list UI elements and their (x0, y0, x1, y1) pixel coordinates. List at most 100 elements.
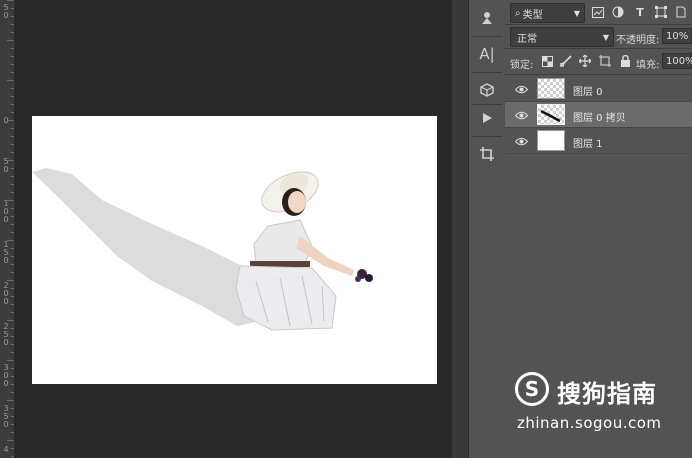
ruler-label: 100 (3, 199, 9, 224)
ruler-label: 4 (3, 445, 9, 454)
ruler-tick (11, 32, 14, 33)
ruler-tick (11, 176, 14, 177)
ruler-tick (11, 216, 14, 217)
ruler-tick (11, 304, 14, 305)
character-panel-icon[interactable]: A| (473, 40, 501, 68)
3d-object-icon[interactable] (473, 76, 501, 104)
ruler-tick (11, 168, 14, 169)
ruler-tick (11, 48, 14, 49)
ruler-tick (11, 96, 14, 97)
ruler-tick (11, 248, 14, 249)
panel-divider (505, 48, 692, 49)
ruler-label: 150 (3, 240, 9, 265)
eye-icon[interactable] (514, 108, 528, 122)
ruler-tick (11, 344, 14, 345)
ruler-tick (11, 112, 14, 113)
crop-icon[interactable] (473, 140, 501, 168)
opacity-input[interactable]: 10% (662, 28, 692, 44)
layer-thumbnail (537, 78, 565, 99)
layer-name[interactable]: 图层 1 (573, 135, 603, 150)
ruler-tick (11, 72, 14, 73)
ruler-tick (11, 368, 14, 369)
ruler-tick (7, 0, 14, 1)
canvas-area[interactable] (15, 0, 452, 458)
ruler-tick (11, 384, 14, 385)
ruler-label: 0 (3, 116, 9, 125)
layer-row-layer-0-copy[interactable]: 图层 0 拷贝 (505, 102, 692, 128)
puppet-warp-icon[interactable] (473, 4, 501, 32)
ruler-tick (7, 320, 14, 321)
face (288, 191, 306, 213)
smart-object-filter-icon[interactable] (674, 5, 688, 19)
ruler-tick (11, 184, 14, 185)
blend-mode-select[interactable]: 正常 ▼ (510, 27, 614, 47)
ruler-label: 200 (3, 281, 9, 306)
lock-position-icon[interactable] (578, 54, 592, 68)
vertical-ruler: 50 0 50 100 150 200 250 300 350 4 (0, 0, 15, 458)
opacity-label: 不透明度: (616, 35, 660, 46)
adjustment-filter-icon[interactable] (611, 5, 625, 19)
ruler-label: 50 (3, 3, 9, 20)
ruler-tick (11, 152, 14, 153)
layer-name[interactable]: 图层 0 拷贝 (573, 109, 626, 124)
tool-separator (472, 36, 502, 37)
panel-divider (505, 24, 692, 25)
document-canvas[interactable] (32, 116, 437, 384)
ruler-tick (11, 8, 14, 9)
ruler-label: 250 (3, 322, 9, 347)
ruler-tick (7, 80, 14, 81)
ruler-tick (11, 408, 14, 409)
fill-input[interactable]: 100% (662, 53, 692, 69)
ruler-tick (11, 272, 14, 273)
ruler-tick (11, 128, 14, 129)
ruler-tick (11, 192, 14, 193)
ruler-tick (7, 240, 14, 241)
canvas-artwork (32, 168, 373, 331)
ruler-tick (11, 416, 14, 417)
ruler-tick (11, 24, 14, 25)
ruler-tick (11, 312, 14, 313)
ruler-tick (7, 440, 14, 441)
ruler-tick (11, 208, 14, 209)
canvas-scroll-strip[interactable] (452, 0, 468, 458)
sogou-watermark: S 搜狗指南 zhinan.sogou.com (513, 370, 688, 440)
type-filter-icon[interactable]: T (633, 5, 647, 19)
ruler-tick (11, 424, 14, 425)
layer-thumbnail (537, 130, 565, 151)
lock-label: 锁定: (510, 60, 534, 71)
sogou-logo-icon: S (515, 372, 549, 406)
play-action-icon[interactable] (473, 104, 501, 132)
shape-filter-icon[interactable] (654, 5, 668, 19)
panel-divider (505, 74, 692, 75)
search-icon: ⌕ (515, 7, 521, 19)
chevron-down-icon: ▼ (573, 8, 580, 18)
chevron-down-icon: ▼ (602, 32, 609, 42)
lock-image-pixels-icon[interactable] (559, 54, 573, 68)
ruler-tick (11, 232, 14, 233)
ruler-tick (11, 264, 14, 265)
ruler-tick (11, 56, 14, 57)
ruler-tick (11, 64, 14, 65)
lock-all-icon[interactable] (618, 54, 632, 68)
layer-thumbnail (537, 104, 565, 125)
layer-row-layer-1[interactable]: 图层 1 (505, 128, 692, 154)
ruler-tick (7, 360, 14, 361)
ruler-tick (7, 200, 14, 201)
lock-artboard-icon[interactable] (598, 54, 612, 68)
layer-name[interactable]: 图层 0 (573, 83, 603, 98)
ruler-tick (11, 392, 14, 393)
ruler-tick (7, 40, 14, 41)
lock-transparent-pixels-icon[interactable] (540, 54, 554, 68)
ruler-tick (11, 256, 14, 257)
eye-icon[interactable] (514, 82, 528, 96)
layer-row-layer-0[interactable]: 图层 0 (505, 76, 692, 102)
ruler-tick (7, 160, 14, 161)
ruler-tick (11, 88, 14, 89)
ruler-tick (11, 296, 14, 297)
flower (365, 274, 373, 282)
eye-icon[interactable] (514, 134, 528, 148)
pixel-filter-icon[interactable] (591, 5, 605, 19)
ruler-tick (11, 352, 14, 353)
ruler-tick (11, 104, 14, 105)
layer-filter-select[interactable]: ⌕ 类型 ▼ (510, 3, 585, 23)
